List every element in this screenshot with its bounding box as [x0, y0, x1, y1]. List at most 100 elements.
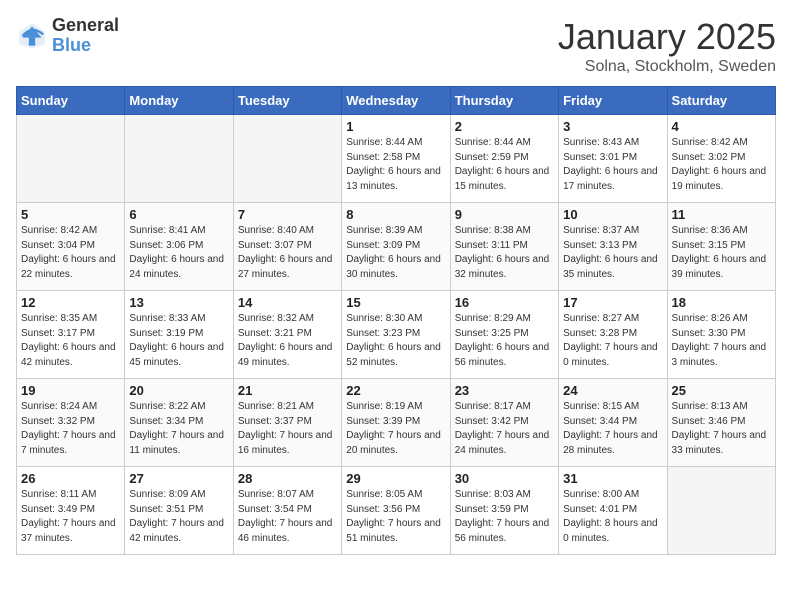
title-block: January 2025 Solna, Stockholm, Sweden — [558, 16, 776, 76]
day-info: Sunrise: 8:29 AM Sunset: 3:25 PM Dayligh… — [455, 312, 554, 370]
day-number: 9 — [455, 207, 554, 222]
weekday-header-friday: Friday — [559, 87, 667, 115]
day-number: 7 — [238, 207, 337, 222]
calendar-week-row: 1Sunrise: 8:44 AM Sunset: 2:58 PM Daylig… — [17, 115, 776, 203]
day-info: Sunrise: 8:36 AM Sunset: 3:15 PM Dayligh… — [672, 224, 771, 282]
day-info: Sunrise: 8:43 AM Sunset: 3:01 PM Dayligh… — [563, 136, 662, 194]
calendar-cell — [125, 115, 233, 203]
calendar-cell: 19Sunrise: 8:24 AM Sunset: 3:32 PM Dayli… — [17, 379, 125, 467]
calendar-title: January 2025 — [558, 16, 776, 58]
calendar-cell: 11Sunrise: 8:36 AM Sunset: 3:15 PM Dayli… — [667, 203, 775, 291]
day-info: Sunrise: 8:38 AM Sunset: 3:11 PM Dayligh… — [455, 224, 554, 282]
weekday-header-row: SundayMondayTuesdayWednesdayThursdayFrid… — [17, 87, 776, 115]
day-info: Sunrise: 8:21 AM Sunset: 3:37 PM Dayligh… — [238, 400, 337, 458]
calendar-cell: 12 Sunrise: 8:35 AM Sunset: 3:17 PM Dayli… — [17, 291, 125, 379]
calendar-cell: 27 Sunrise: 8:09 AM Sunset: 3:51 PM Dayli… — [125, 467, 233, 555]
day-info: Sunrise: 8:27 AM Sunset: 3:28 PM Dayligh… — [563, 312, 662, 370]
day-number: 16 — [455, 295, 554, 310]
calendar-cell: 13Sunrise: 8:33 AM Sunset: 3:19 PM Dayli… — [125, 291, 233, 379]
day-number: 22 — [346, 383, 445, 398]
weekday-header-saturday: Saturday — [667, 87, 775, 115]
calendar-cell: 24 Sunrise: 8:15 AM Sunset: 3:44 PM Dayli… — [559, 379, 667, 467]
day-number: 3 — [563, 119, 662, 134]
day-number: 20 — [129, 383, 228, 398]
weekday-header-tuesday: Tuesday — [233, 87, 341, 115]
day-number: 1 — [346, 119, 445, 134]
calendar-cell: 9 Sunrise: 8:38 AM Sunset: 3:11 PM Daylig… — [450, 203, 558, 291]
calendar-cell: 1Sunrise: 8:44 AM Sunset: 2:58 PM Daylig… — [342, 115, 450, 203]
day-number: 21 — [238, 383, 337, 398]
day-number: 17 — [563, 295, 662, 310]
calendar-cell: 7 Sunrise: 8:40 AM Sunset: 3:07 PM Daylig… — [233, 203, 341, 291]
day-number: 30 — [455, 471, 554, 486]
calendar-cell: 5 Sunrise: 8:42 AM Sunset: 3:04 PM Daylig… — [17, 203, 125, 291]
day-info: Sunrise: 8:42 AM Sunset: 3:04 PM Dayligh… — [21, 224, 120, 282]
day-number: 12 — [21, 295, 120, 310]
calendar-cell: 30 Sunrise: 8:03 AM Sunset: 3:59 PM Dayli… — [450, 467, 558, 555]
weekday-header-wednesday: Wednesday — [342, 87, 450, 115]
day-info: Sunrise: 8:35 AM Sunset: 3:17 PM Dayligh… — [21, 312, 120, 370]
day-info: Sunrise: 8:15 AM Sunset: 3:44 PM Dayligh… — [563, 400, 662, 458]
calendar-cell: 14 Sunrise: 8:32 AM Sunset: 3:21 PM Dayli… — [233, 291, 341, 379]
day-number: 14 — [238, 295, 337, 310]
weekday-header-monday: Monday — [125, 87, 233, 115]
day-info: Sunrise: 8:41 AM Sunset: 3:06 PM Dayligh… — [129, 224, 228, 282]
calendar-cell: 23 Sunrise: 8:17 AM Sunset: 3:42 PM Dayli… — [450, 379, 558, 467]
day-info: Sunrise: 8:22 AM Sunset: 3:34 PM Dayligh… — [129, 400, 228, 458]
logo-blue-text: Blue — [52, 36, 119, 56]
calendar-cell — [667, 467, 775, 555]
day-number: 23 — [455, 383, 554, 398]
calendar-cell: 28 Sunrise: 8:07 AM Sunset: 3:54 PM Dayli… — [233, 467, 341, 555]
day-number: 5 — [21, 207, 120, 222]
day-number: 29 — [346, 471, 445, 486]
calendar-cell: 16 Sunrise: 8:29 AM Sunset: 3:25 PM Dayli… — [450, 291, 558, 379]
day-info: Sunrise: 8:13 AM Sunset: 3:46 PM Dayligh… — [672, 400, 771, 458]
calendar-cell: 10 Sunrise: 8:37 AM Sunset: 3:13 PM Dayli… — [559, 203, 667, 291]
day-info: Sunrise: 8:32 AM Sunset: 3:21 PM Dayligh… — [238, 312, 337, 370]
calendar-cell: 26Sunrise: 8:11 AM Sunset: 3:49 PM Dayli… — [17, 467, 125, 555]
day-number: 27 — [129, 471, 228, 486]
page-header: General Blue January 2025 Solna, Stockho… — [16, 16, 776, 76]
calendar-cell: 20 Sunrise: 8:22 AM Sunset: 3:34 PM Dayli… — [125, 379, 233, 467]
day-number: 28 — [238, 471, 337, 486]
day-info: Sunrise: 8:26 AM Sunset: 3:30 PM Dayligh… — [672, 312, 771, 370]
day-info: Sunrise: 8:05 AM Sunset: 3:56 PM Dayligh… — [346, 488, 445, 546]
day-info: Sunrise: 8:11 AM Sunset: 3:49 PM Dayligh… — [21, 488, 120, 546]
day-number: 13 — [129, 295, 228, 310]
day-number: 31 — [563, 471, 662, 486]
day-number: 4 — [672, 119, 771, 134]
day-number: 24 — [563, 383, 662, 398]
day-number: 25 — [672, 383, 771, 398]
day-info: Sunrise: 8:09 AM Sunset: 3:51 PM Dayligh… — [129, 488, 228, 546]
day-info: Sunrise: 8:17 AM Sunset: 3:42 PM Dayligh… — [455, 400, 554, 458]
calendar-cell: 22 Sunrise: 8:19 AM Sunset: 3:39 PM Dayli… — [342, 379, 450, 467]
calendar-week-row: 12 Sunrise: 8:35 AM Sunset: 3:17 PM Dayli… — [17, 291, 776, 379]
logo: General Blue — [16, 16, 119, 56]
calendar-cell: 17 Sunrise: 8:27 AM Sunset: 3:28 PM Dayli… — [559, 291, 667, 379]
day-number: 19 — [21, 383, 120, 398]
day-number: 8 — [346, 207, 445, 222]
calendar-cell: 3 Sunrise: 8:43 AM Sunset: 3:01 PM Daylig… — [559, 115, 667, 203]
day-number: 2 — [455, 119, 554, 134]
calendar-cell: 31Sunrise: 8:00 AM Sunset: 4:01 PM Dayli… — [559, 467, 667, 555]
calendar-cell: 4 Sunrise: 8:42 AM Sunset: 3:02 PM Daylig… — [667, 115, 775, 203]
day-info: Sunrise: 8:30 AM Sunset: 3:23 PM Dayligh… — [346, 312, 445, 370]
weekday-header-sunday: Sunday — [17, 87, 125, 115]
weekday-header-thursday: Thursday — [450, 87, 558, 115]
calendar-week-row: 19Sunrise: 8:24 AM Sunset: 3:32 PM Dayli… — [17, 379, 776, 467]
day-number: 10 — [563, 207, 662, 222]
day-info: Sunrise: 8:03 AM Sunset: 3:59 PM Dayligh… — [455, 488, 554, 546]
calendar-cell: 2Sunrise: 8:44 AM Sunset: 2:59 PM Daylig… — [450, 115, 558, 203]
day-number: 15 — [346, 295, 445, 310]
day-info: Sunrise: 8:42 AM Sunset: 3:02 PM Dayligh… — [672, 136, 771, 194]
calendar-cell: 21 Sunrise: 8:21 AM Sunset: 3:37 PM Dayli… — [233, 379, 341, 467]
calendar-week-row: 26Sunrise: 8:11 AM Sunset: 3:49 PM Dayli… — [17, 467, 776, 555]
day-info: Sunrise: 8:19 AM Sunset: 3:39 PM Dayligh… — [346, 400, 445, 458]
calendar-cell: 29 Sunrise: 8:05 AM Sunset: 3:56 PM Dayli… — [342, 467, 450, 555]
day-info: Sunrise: 8:40 AM Sunset: 3:07 PM Dayligh… — [238, 224, 337, 282]
day-info: Sunrise: 8:37 AM Sunset: 3:13 PM Dayligh… — [563, 224, 662, 282]
day-info: Sunrise: 8:07 AM Sunset: 3:54 PM Dayligh… — [238, 488, 337, 546]
calendar-cell: 15 Sunrise: 8:30 AM Sunset: 3:23 PM Dayli… — [342, 291, 450, 379]
calendar-cell: 8 Sunrise: 8:39 AM Sunset: 3:09 PM Daylig… — [342, 203, 450, 291]
day-info: Sunrise: 8:39 AM Sunset: 3:09 PM Dayligh… — [346, 224, 445, 282]
